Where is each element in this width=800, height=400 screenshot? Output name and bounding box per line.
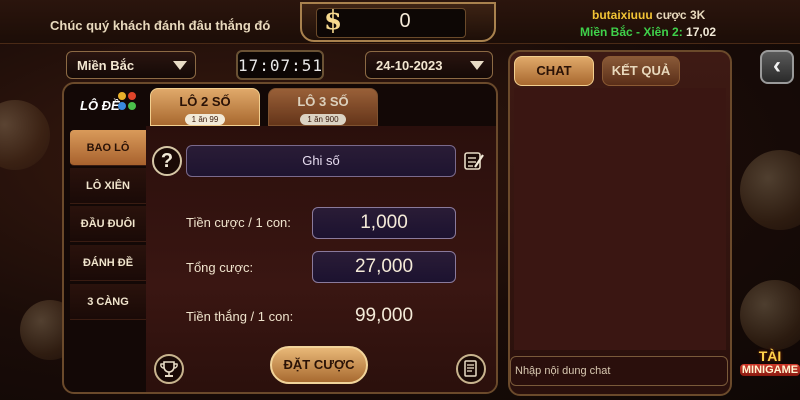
back-button[interactable]: ‹ [760,50,794,84]
date-select[interactable]: 24-10-2023 [365,51,493,79]
greeting-text: Chúc quý khách đánh đâu thắng đó [50,18,271,33]
region-select[interactable]: Miền Bắc [66,51,196,79]
background-ball [740,150,800,230]
sidebar-item-dau-duoi[interactable]: ĐẦU ĐUÔI [70,206,146,242]
recent-bet-amount: 3K [689,8,706,22]
region-select-value: Miền Bắc [77,58,135,73]
edit-note-icon[interactable] [463,150,485,172]
sidebar-item-3-cang[interactable]: 3 CÀNG [70,284,146,320]
total-label: Tổng cược: [186,260,254,275]
history-receipt-icon[interactable] [456,354,486,384]
total-value: 27,000 [312,251,456,283]
sidebar-item-danh-de[interactable]: ĐÁNH ĐỀ [70,245,146,281]
stake-label: Tiền cược / 1 con: [186,215,291,230]
win-value: 99,000 [354,305,414,326]
tab-lo-3-so[interactable]: LÔ 3 SỐ 1 ăn 900 [268,88,378,126]
date-select-value: 24-10-2023 [376,58,443,73]
recent-result: Miền Bắc - Xiên 2: 17,02 [580,25,716,39]
sidebar-item-lo-xien[interactable]: LÔ XIÊN [70,168,146,204]
minigame-title: TÀI [758,348,782,364]
dollar-icon: $ [323,6,343,36]
tab-odds: 1 ăn 99 [184,114,226,125]
tab-lo-2-so[interactable]: LÔ 2 SỐ 1 ăn 99 [150,88,260,126]
tab-chat[interactable]: CHAT [514,56,594,86]
lode-logo: LÔ ĐỀ [80,98,120,113]
recent-result-value: 17,02 [686,25,717,39]
chevron-left-icon: ‹ [773,52,781,79]
tab-label: LÔ 2 SỐ [179,94,231,109]
help-icon[interactable]: ? [152,146,182,176]
tab-odds: 1 ăn 900 [300,114,346,125]
chat-messages [514,88,726,350]
tab-label: LÔ 3 SỐ [297,94,349,109]
recent-bet-word: cược [656,8,687,22]
tab-results[interactable]: KẾT QUẢ [602,56,680,86]
background-ball [0,100,50,170]
number-input[interactable]: Ghi số [186,145,456,177]
chat-input[interactable]: Nhập nội dung chat [510,356,728,386]
sidebar-item-bao-lo[interactable]: BAO LÔ [70,130,146,166]
tai-minigame-button[interactable]: TÀI MINIGAME [740,348,800,398]
caret-down-icon [470,61,484,70]
countdown-clock: 17:07:51 [236,50,324,80]
minigame-subtitle: MINIGAME [740,364,800,376]
recent-result-label: Miền Bắc - Xiên 2: [580,25,683,39]
balance-value: 0 [399,10,411,32]
background-ball [740,280,800,350]
recent-bet-username: butaixiuuu [592,8,653,22]
recent-bet-ticker: butaixiuuu cược 3K [592,8,705,22]
trophy-icon[interactable] [154,354,184,384]
place-bet-button[interactable]: ĐẶT CƯỢC [270,346,368,384]
caret-down-icon [173,61,187,70]
stake-input[interactable]: 1,000 [312,207,456,239]
win-label: Tiền thắng / 1 con: [186,309,294,324]
